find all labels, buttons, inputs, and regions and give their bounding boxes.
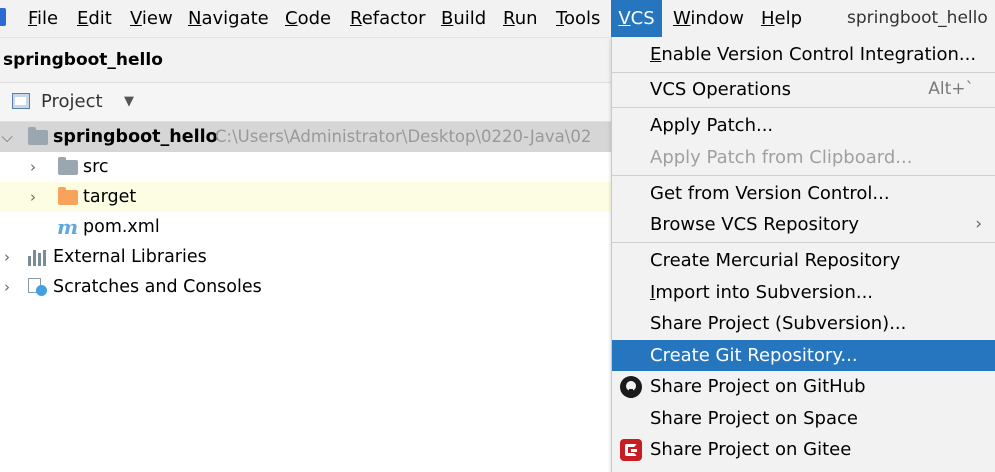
- tree-label-src: src: [83, 157, 109, 177]
- menu-separator: [612, 107, 995, 108]
- menu-build[interactable]: Build: [441, 0, 486, 37]
- menu-tools[interactable]: Tools: [556, 0, 600, 37]
- menu-code[interactable]: Code: [285, 0, 331, 37]
- menu-item-apply-patch-clipboard: Apply Patch from Clipboard...: [612, 142, 995, 173]
- menu-window[interactable]: Window: [673, 0, 744, 37]
- menu-item-label: Share Project on GitHub: [650, 376, 866, 397]
- app-icon: [0, 8, 6, 26]
- scratches-icon: [28, 278, 48, 296]
- folder-icon: [58, 157, 78, 175]
- chevron-right-icon[interactable]: ›: [0, 242, 14, 272]
- gitee-icon: [620, 439, 642, 461]
- project-view-icon: [12, 93, 30, 109]
- menu-item-label: Create Git Repository...: [650, 345, 858, 366]
- tree-label-scratches: Scratches and Consoles: [53, 277, 262, 297]
- menu-edit[interactable]: Edit: [77, 0, 112, 37]
- menu-separator: [612, 242, 995, 243]
- chevron-right-icon: ›: [975, 214, 982, 234]
- menu-refactor[interactable]: Refactor: [350, 0, 426, 37]
- menu-item-label: Share Project on Gitee: [650, 439, 852, 460]
- menu-item-label: Get from Version Control...: [650, 183, 890, 204]
- module-folder-icon: [28, 127, 48, 145]
- menu-run[interactable]: Run: [503, 0, 538, 37]
- menu-item-label: Apply Patch...: [650, 115, 774, 136]
- menu-help[interactable]: Help: [761, 0, 802, 37]
- chevron-right-icon[interactable]: ›: [26, 182, 40, 212]
- window-title: springboot_hello: [847, 8, 988, 28]
- tree-root-path: C:\Users\Administrator\Desktop\0220-Java…: [215, 127, 592, 146]
- menu-separator: [612, 175, 995, 176]
- menu-item-create-mercurial[interactable]: Create Mercurial Repository: [612, 245, 995, 276]
- menu-item-create-git[interactable]: Create Git Repository...: [612, 340, 995, 371]
- menu-item-enable-vcs[interactable]: Enable Version Control Integration...: [612, 39, 995, 70]
- github-icon: [620, 376, 642, 398]
- menu-view[interactable]: View: [130, 0, 173, 37]
- excluded-folder-icon: [58, 187, 78, 205]
- menu-navigate[interactable]: Navigate: [188, 0, 269, 37]
- tree-label-pom: pom.xml: [83, 217, 160, 237]
- chevron-right-icon[interactable]: ›: [0, 272, 14, 302]
- menu-file[interactable]: File: [28, 0, 58, 37]
- menu-item-label: Enable Version Control Integration...: [650, 44, 977, 65]
- menu-item-label: VCS Operations: [650, 79, 791, 100]
- menu-item-share-github[interactable]: Share Project on GitHub: [612, 371, 995, 402]
- menu-item-apply-patch[interactable]: Apply Patch...: [612, 110, 995, 141]
- chevron-down-icon[interactable]: ▼: [124, 93, 134, 111]
- menu-item-share-space[interactable]: Share Project on Space: [612, 403, 995, 434]
- project-view-selector[interactable]: Project: [41, 83, 103, 121]
- tree-label-target: target: [83, 187, 137, 207]
- tree-root-name: springboot_hello: [53, 127, 218, 147]
- menu-item-shortcut: Alt+`: [928, 79, 974, 99]
- menu-item-import-subversion[interactable]: Import into Subversion...: [612, 277, 995, 308]
- project-name[interactable]: springboot_hello: [3, 38, 163, 82]
- menu-vcs[interactable]: VCS: [611, 0, 662, 37]
- chevron-right-icon[interactable]: ›: [26, 152, 40, 182]
- menu-item-label: Import into Subversion...: [650, 282, 874, 303]
- menu-item-vcs-operations[interactable]: VCS Operations Alt+`: [612, 74, 995, 105]
- libraries-icon: [28, 250, 46, 266]
- menu-item-label: Create Mercurial Repository: [650, 250, 901, 271]
- tree-label-libs: External Libraries: [53, 247, 207, 267]
- menu-item-label: Apply Patch from Clipboard...: [650, 147, 913, 168]
- menu-item-get-from-vcs[interactable]: Get from Version Control...: [612, 178, 995, 209]
- vcs-menu: Enable Version Control Integration... VC…: [611, 37, 995, 472]
- chevron-down-icon[interactable]: ⌵: [0, 122, 14, 152]
- menu-item-share-gitee[interactable]: Share Project on Gitee: [612, 434, 995, 465]
- menu-item-share-subversion[interactable]: Share Project (Subversion)...: [612, 308, 995, 339]
- menu-item-label: Browse VCS Repository: [650, 214, 860, 235]
- menu-separator: [612, 72, 995, 73]
- menu-item-browse-vcs[interactable]: Browse VCS Repository ›: [612, 209, 995, 240]
- maven-icon: m: [57, 215, 79, 239]
- menu-bar: File Edit View Navigate Code Refactor Bu…: [0, 0, 995, 38]
- menu-item-label: Share Project (Subversion)...: [650, 313, 907, 334]
- menu-item-label: Share Project on Space: [650, 408, 858, 429]
